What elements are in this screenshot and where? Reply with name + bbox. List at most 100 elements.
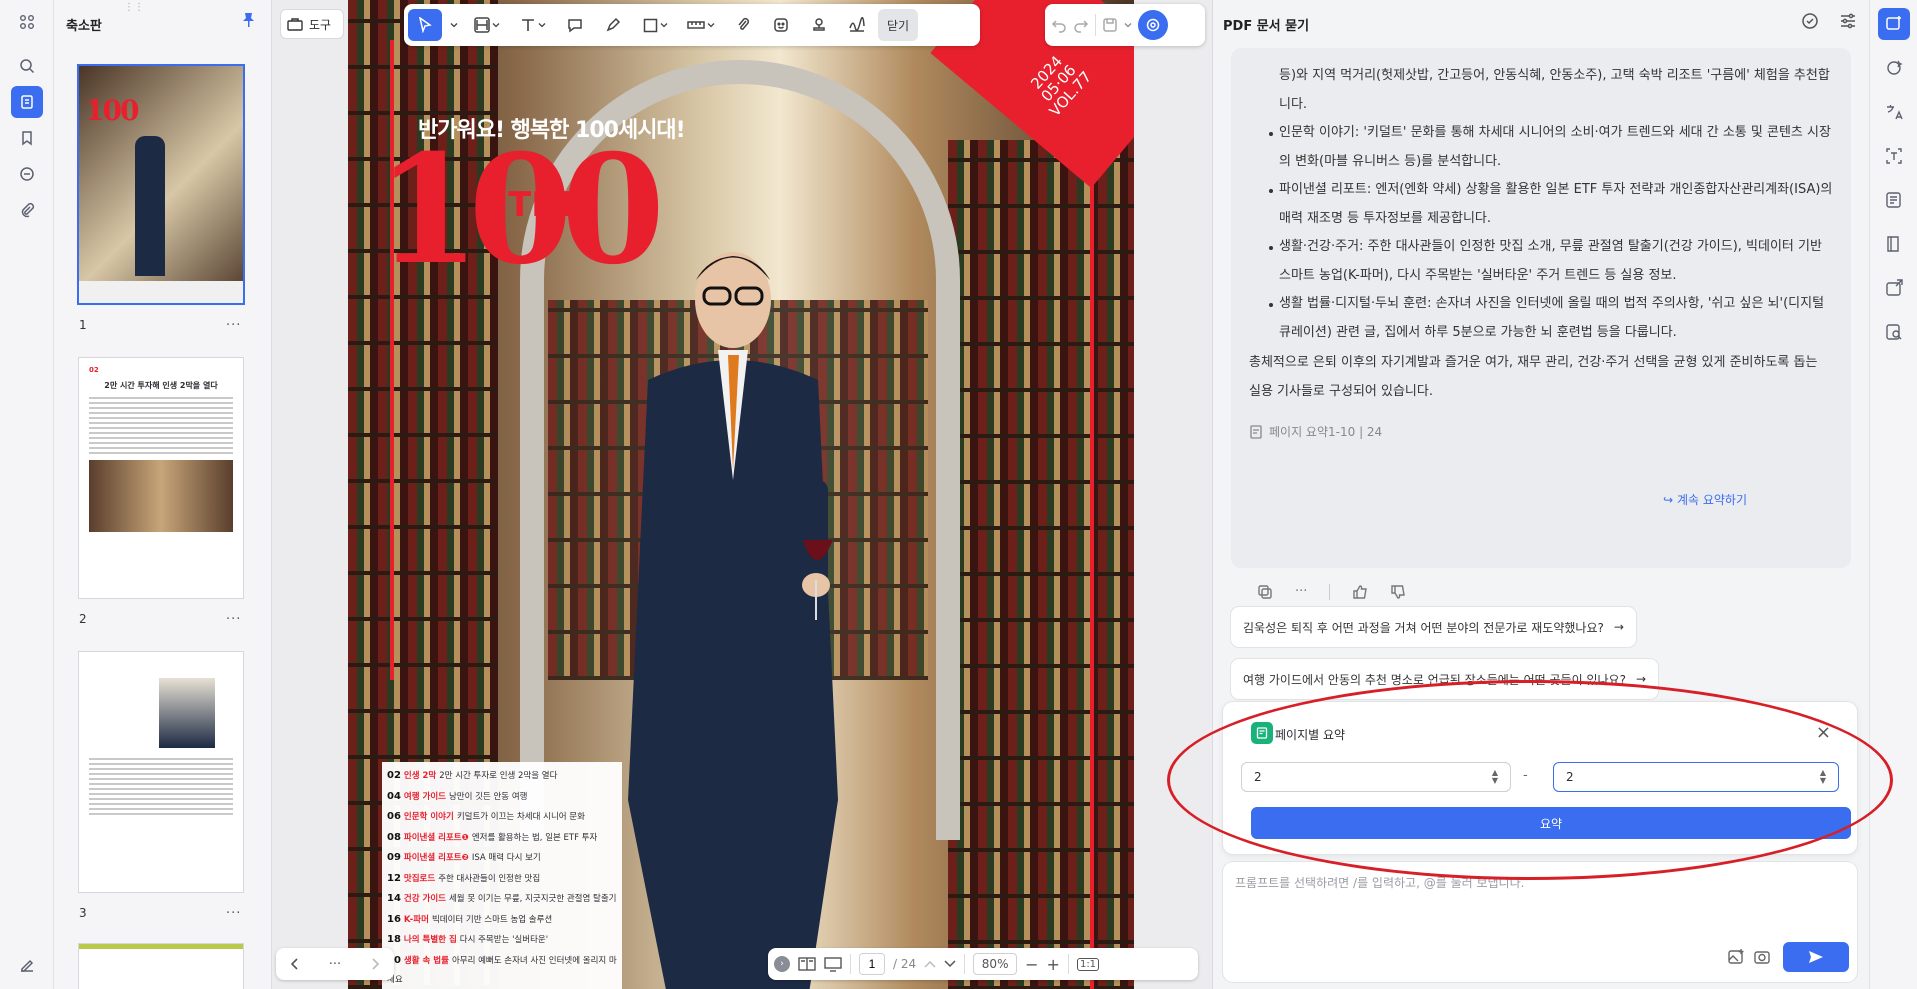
thumbs-up-icon[interactable] (1352, 584, 1368, 600)
page-more-2[interactable]: ··· (226, 612, 241, 627)
comment-tool[interactable] (558, 9, 592, 41)
page-thumbnail-4[interactable] (79, 944, 243, 989)
history-icon[interactable] (1801, 12, 1819, 30)
stamp-tool[interactable] (802, 9, 836, 41)
toc-title: 빅데이터 기반 스마트 농업 솔루션 (431, 914, 553, 925)
next-page-icon[interactable] (944, 959, 956, 969)
cover-logo-the: THE (508, 185, 583, 225)
page-thumbnail-2[interactable]: 02 2만 시간 투자해 인생 2막을 열다 (79, 358, 243, 598)
two-page-icon[interactable] (798, 956, 816, 972)
search-icon[interactable] (11, 50, 43, 82)
thumbnails-icon[interactable] (11, 86, 43, 118)
attachment-icon[interactable] (11, 194, 43, 226)
ai-assistant-icon[interactable] (1138, 10, 1168, 40)
page-thumbnail-3[interactable] (79, 652, 243, 892)
search-document-icon[interactable] (1878, 316, 1910, 348)
suggested-question[interactable]: 김욱성은 퇴직 후 어떤 과정을 거쳐 어떤 분야의 전문가로 재도약했나요? … (1231, 607, 1636, 647)
chevron-right-icon[interactable] (370, 958, 380, 970)
toc-section: 여행 가이드 (403, 791, 446, 802)
toc-page: 16 (387, 913, 401, 925)
thumb-photo (159, 678, 215, 748)
toc-row: 06 인문학 이야기 키덜트가 이끄는 차세대 시니어 문화 (387, 807, 617, 828)
toc-title: ISA 매력 다시 보기 (471, 853, 541, 863)
sign-icon[interactable] (11, 948, 43, 980)
collapse-icon[interactable]: › (774, 956, 790, 972)
page-more-1[interactable]: ··· (226, 318, 241, 333)
toc-section: 건강 가이드 (403, 894, 446, 904)
document-ref-icon (1249, 425, 1263, 439)
settings-sliders-icon[interactable] (1839, 12, 1857, 30)
zoom-level[interactable]: 80% (973, 953, 1018, 975)
toc-page: 12 (387, 872, 401, 884)
more-icon[interactable]: ··· (329, 957, 341, 972)
sticker-tool[interactable] (764, 9, 798, 41)
toc-section: 나의 특별한 집 (403, 935, 457, 945)
save-icon[interactable] (1102, 17, 1118, 33)
tools-button[interactable]: 도구 (280, 9, 344, 39)
drag-handle[interactable]: ⋮⋮ (124, 2, 144, 13)
divider (964, 954, 966, 974)
arrow-right-icon: → (1613, 620, 1624, 634)
select-tool[interactable] (408, 9, 442, 41)
fit-actual-size[interactable]: 1:1 (1076, 957, 1100, 971)
thumb-photo (89, 460, 233, 532)
ai-chat-icon[interactable] (1878, 8, 1910, 40)
ai-summary-icon[interactable] (1878, 184, 1910, 216)
chevron-down-icon[interactable] (1124, 21, 1132, 29)
pin-icon[interactable] (242, 12, 255, 27)
signature-tool[interactable] (840, 9, 874, 41)
thumb-logo: 100 (85, 94, 139, 127)
prompt-input[interactable]: 프롬프트를 선택하려면 /를 입력하고, @를 눌러 보냅니다. (1223, 862, 1857, 982)
text-tool[interactable] (512, 9, 554, 41)
zoom-out-icon[interactable]: − (1025, 955, 1038, 974)
continue-summary-link[interactable]: ↪ 계속 요약하기 (1663, 486, 1747, 515)
page-number-input[interactable] (859, 953, 885, 975)
thumbnails-panel: 축소판 ⋮⋮ 100 1 ··· 02 2만 시간 투자해 인생 2막을 열다 … (54, 0, 272, 989)
screenshot-icon[interactable] (1753, 948, 1771, 966)
pen-tool[interactable] (596, 9, 630, 41)
redo-icon[interactable] (1073, 17, 1089, 33)
zoom-in-icon[interactable]: + (1047, 955, 1060, 974)
tools-label: 도구 (309, 17, 332, 32)
measure-tool[interactable] (680, 9, 722, 41)
thumbs-down-icon[interactable] (1390, 584, 1406, 600)
close-toolbar-button[interactable]: 닫기 (878, 9, 919, 41)
thumb-person (135, 136, 165, 276)
highlight-tool[interactable] (466, 9, 508, 41)
ai-answer-card: 등)와 지역 먹거리(헛제삿밥, 간고등어, 안동식혜, 안동소주), 고택 숙… (1231, 48, 1851, 601)
image-upload-icon[interactable] (1727, 948, 1745, 966)
toc-title: 낭만이 깃든 안동 여행 (448, 791, 528, 802)
ocr-icon[interactable] (1878, 140, 1910, 172)
shape-tool[interactable] (634, 9, 676, 41)
document-canvas[interactable]: 2024 05·06 VOL.77 반가워요! 행복한 100세시대! 100 … (348, 0, 1134, 989)
copy-icon[interactable] (1257, 584, 1273, 600)
answer-bullets: 인문학 이야기: '키덜트' 문화를 통해 차세대 시니어의 소비·여가 트렌드… (1249, 119, 1833, 347)
toc-row: 09 파이낸셜 리포트❷ ISA 매력 다시 보기 (387, 848, 617, 869)
ai-header-actions (1801, 12, 1857, 30)
undo-icon[interactable] (1051, 17, 1067, 33)
suggested-question-text: 김욱성은 퇴직 후 어떤 과정을 거쳐 어떤 분야의 전문가로 재도약했나요? (1243, 620, 1604, 635)
export-icon[interactable] (1878, 272, 1910, 304)
page-more-3[interactable]: ··· (226, 906, 241, 921)
bookmark-icon[interactable] (11, 122, 43, 154)
grid-apps-icon[interactable] (11, 6, 43, 38)
toc-row: 08 파이낸셜 리포트❶ 엔저를 활용하는 법, 일본 ETF 투자 (387, 828, 617, 849)
attach-tool[interactable] (726, 9, 760, 41)
answer-bullet: 생활 법률·디지털·두뇌 훈련: 손자녀 사진을 인터넷에 올릴 때의 법적 주… (1269, 290, 1833, 347)
read-mode-icon[interactable] (1878, 228, 1910, 260)
toc-section: 인생 2막 (403, 771, 437, 781)
ai-tools-icon[interactable] (1878, 52, 1910, 84)
prev-page-icon[interactable] (924, 959, 936, 969)
comments-icon[interactable] (11, 158, 43, 190)
present-icon[interactable] (824, 956, 842, 972)
more-icon[interactable]: ··· (1295, 578, 1307, 607)
select-dropdown-icon[interactable] (446, 9, 462, 41)
source-reference[interactable]: 페이지 요약1-10 | 24 (1249, 418, 1833, 447)
page-thumbnail-1[interactable]: 100 (79, 66, 243, 303)
toc-section: 파이낸셜 리포트❶ (403, 832, 469, 843)
toc-page: 14 (387, 893, 401, 904)
translate-icon[interactable] (1878, 96, 1910, 128)
send-button[interactable] (1783, 942, 1849, 972)
chevron-left-icon[interactable] (290, 958, 300, 970)
annotation-ellipse (1167, 680, 1893, 880)
